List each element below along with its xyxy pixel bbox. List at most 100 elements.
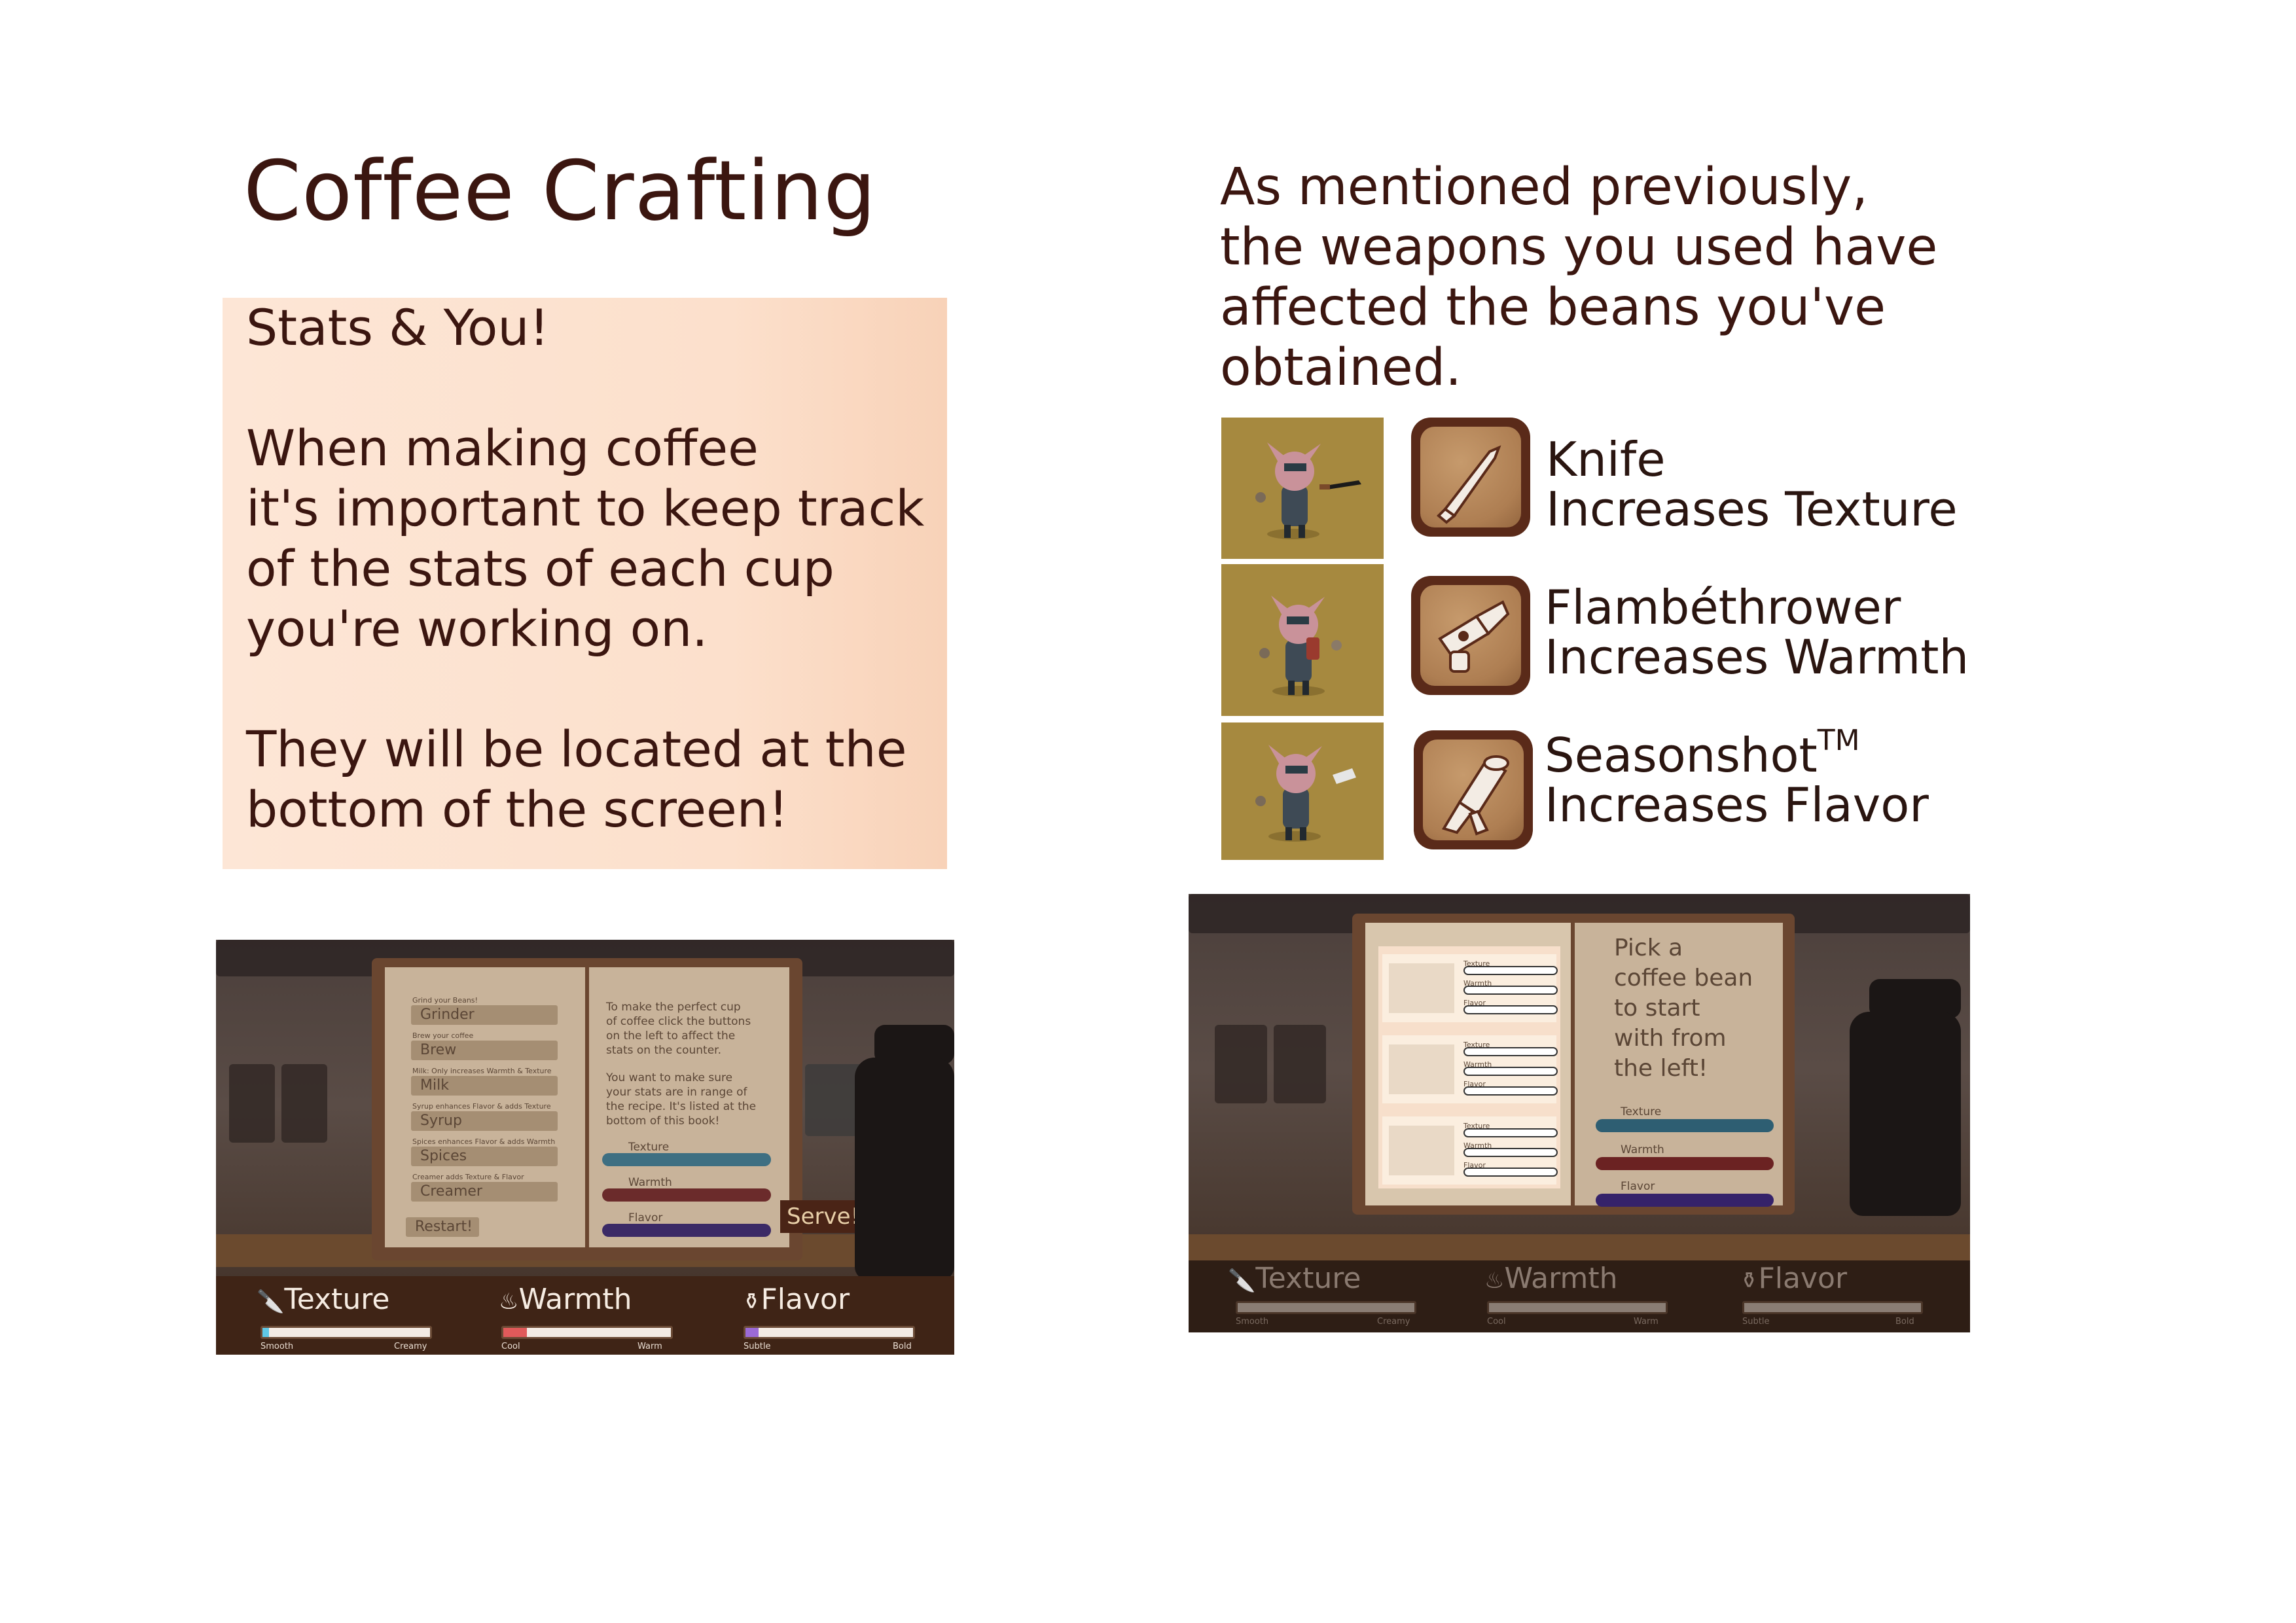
knife-icon — [1411, 418, 1530, 537]
coffee-bean-icon — [1389, 963, 1454, 1013]
flavor-high-label: Bold — [1895, 1317, 1914, 1327]
texture-high-label: Creamy — [394, 1342, 427, 1351]
coffee-crafting-game-screenshot: Grind your Beans! Grinder Brew your coff… — [216, 940, 954, 1355]
book-stat-label: Warmth — [1621, 1143, 1664, 1156]
bean-card[interactable]: Texture Warmth Flavor — [1382, 1116, 1558, 1185]
book-stat-label: Flavor — [1621, 1180, 1655, 1193]
bean-flavor-bar — [1463, 1086, 1558, 1096]
pick-line: to start — [1614, 995, 1700, 1022]
weapons-intro: As mentioned previously, the weapons you… — [1220, 157, 2071, 398]
seasonshot-gameplay-image — [1221, 722, 1384, 860]
texture-stat: 🔪Texture — [257, 1283, 390, 1316]
pick-line: Pick a — [1614, 935, 1683, 961]
salt-shaker-gun-icon — [1414, 730, 1533, 849]
milk-button[interactable]: Milk — [411, 1076, 558, 1096]
warmth-low-label: Cool — [501, 1342, 520, 1351]
texture-book-bar — [1596, 1119, 1774, 1132]
coffee-grinder — [1850, 1012, 1961, 1216]
book-stat-label: Texture — [628, 1141, 670, 1154]
warmth-high-label: Warm — [637, 1342, 662, 1351]
book-stat-label: Texture — [1621, 1105, 1662, 1118]
book-instructions: To make the perfect cup of coffee click … — [606, 1000, 783, 1128]
stats-para1-line: you're working on. — [246, 599, 708, 658]
creamer-button[interactable]: Creamer — [411, 1182, 558, 1202]
instruction-line: To make the perfect cup — [606, 1001, 741, 1014]
knife-gameplay-image — [1221, 418, 1384, 559]
bean-texture-bar — [1463, 966, 1558, 975]
stats-para2-line: bottom of the screen! — [246, 780, 789, 838]
bean-flavor-bar — [1463, 1005, 1558, 1014]
warmth-stat: ♨Warmth — [499, 1283, 632, 1316]
warmth-book-bar — [602, 1188, 771, 1202]
texture-book-bar — [602, 1153, 771, 1166]
seasonshot-icon: ⚱ — [1740, 1268, 1759, 1294]
warmth-book-bar — [1596, 1157, 1774, 1170]
bean-card[interactable]: Texture Warmth Flavor — [1382, 1035, 1558, 1103]
seasonshot-icon: ⚱ — [742, 1289, 761, 1315]
flavor-meter — [1742, 1301, 1923, 1314]
knife-icon: 🔪 — [257, 1289, 285, 1315]
stats-para1-line: it's important to keep track — [246, 479, 925, 537]
instruction-line: stats on the counter. — [606, 1044, 722, 1057]
pick-line: the left! — [1614, 1055, 1708, 1082]
stats-para2-line: They will be located at the — [246, 720, 907, 778]
knife-icon: 🔪 — [1228, 1268, 1256, 1294]
instruction-line: bottom of this book! — [606, 1115, 720, 1128]
warmth-stat: ♨Warmth — [1484, 1262, 1618, 1295]
intro-line: As mentioned previously, — [1220, 158, 1869, 217]
brew-button[interactable]: Brew — [411, 1041, 558, 1060]
book-stat-label: Flavor — [628, 1211, 663, 1224]
spices-button[interactable]: Spices — [411, 1147, 558, 1166]
flavor-meter — [744, 1326, 915, 1339]
texture-low-label: Smooth — [1236, 1317, 1269, 1327]
warmth-meter-fill — [503, 1328, 527, 1337]
coffee-bean-icon — [1389, 1044, 1454, 1094]
texture-low-label: Smooth — [260, 1342, 294, 1351]
bean-warmth-bar — [1463, 986, 1558, 995]
bean-texture-bar — [1463, 1128, 1558, 1137]
bean-flavor-bar — [1463, 1168, 1558, 1177]
weapon-effect-flamethrower: Increases Warmth — [1545, 630, 1969, 685]
flavor-low-label: Subtle — [1742, 1317, 1770, 1327]
bean-warmth-bar — [1463, 1067, 1558, 1076]
flavor-book-bar — [1596, 1194, 1774, 1207]
weapon-effect-seasonshot: Increases Flavor — [1545, 777, 1929, 832]
pick-bean-instructions: Pick a coffee bean to start with from th… — [1614, 933, 1778, 1084]
flame-icon: ♨ — [1484, 1268, 1505, 1294]
book-stat-label: Warmth — [628, 1176, 672, 1189]
flavor-book-bar — [602, 1224, 771, 1237]
pick-line: coffee bean — [1614, 965, 1753, 991]
grinder-button[interactable]: Grinder — [411, 1005, 558, 1025]
bean-texture-bar — [1463, 1047, 1558, 1056]
instruction-line: on the left to affect the — [606, 1029, 736, 1043]
flavor-stat: ⚱Flavor — [742, 1283, 850, 1316]
restart-button[interactable]: Restart! — [406, 1217, 479, 1237]
bean-warmth-bar — [1463, 1148, 1558, 1157]
warmth-low-label: Cool — [1487, 1317, 1506, 1327]
flavor-stat: ⚱Flavor — [1740, 1262, 1848, 1295]
texture-stat: 🔪Texture — [1228, 1262, 1361, 1295]
texture-high-label: Creamy — [1377, 1317, 1410, 1327]
bean-selection-game-screenshot: Texture Warmth Flavor Texture Warmth Fla… — [1189, 894, 1970, 1332]
flamethrower-gameplay-image — [1221, 564, 1384, 716]
texture-meter — [260, 1326, 432, 1339]
warmth-meter — [1487, 1301, 1668, 1314]
texture-meter — [1236, 1301, 1416, 1314]
stats-para1-line: of the stats of each cup — [246, 539, 834, 597]
flamethrower-icon — [1411, 576, 1530, 695]
stats-heading: Stats & You! — [246, 298, 550, 357]
flavor-meter-fill — [745, 1328, 759, 1337]
stats-para1-line: When making coffee — [246, 419, 759, 477]
instruction-line — [606, 1058, 783, 1071]
instruction-line: of coffee click the buttons — [606, 1015, 751, 1028]
syrup-button[interactable]: Syrup — [411, 1111, 558, 1131]
intro-line: obtained. — [1220, 338, 1462, 397]
weapon-name-seasonshot: SeasonshotTM — [1545, 724, 1860, 783]
bean-card[interactable]: Texture Warmth Flavor — [1382, 954, 1558, 1022]
instruction-line: the recipe. It's listed at the — [606, 1100, 757, 1113]
trademark-mark: TM — [1817, 724, 1860, 757]
coffee-grinder — [855, 1058, 954, 1280]
flame-icon: ♨ — [499, 1289, 519, 1315]
warmth-high-label: Warm — [1634, 1317, 1659, 1327]
weapon-name-knife: Knife — [1546, 432, 1666, 487]
